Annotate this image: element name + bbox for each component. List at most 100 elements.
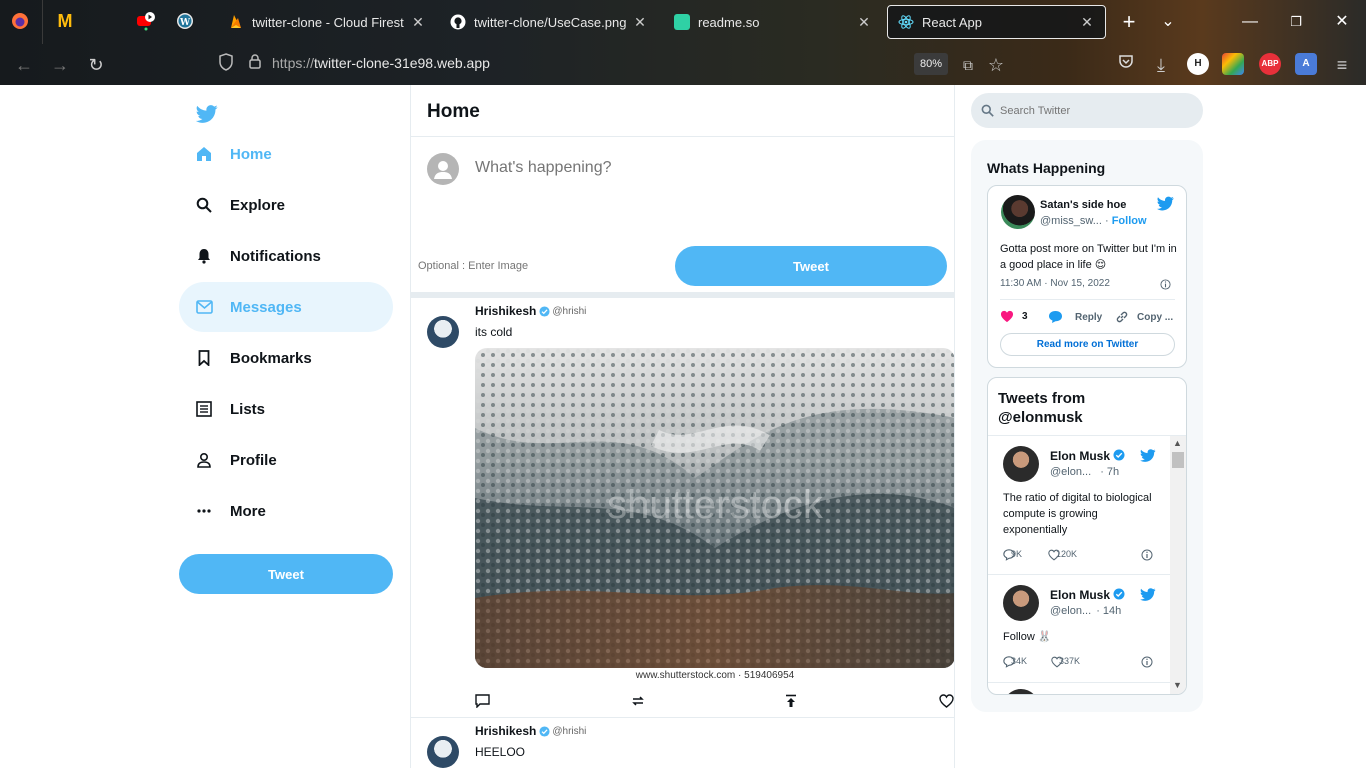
reply-bubble-icon bbox=[1049, 311, 1062, 323]
twitter-logo-icon[interactable] bbox=[195, 103, 218, 125]
zoom-level-badge[interactable]: 80% bbox=[914, 53, 948, 75]
reply-count[interactable]: 34K bbox=[1003, 656, 1027, 668]
follow-link[interactable]: Follow bbox=[1112, 215, 1147, 227]
pocket-icon[interactable] bbox=[1114, 53, 1138, 77]
twitter-bird-icon[interactable] bbox=[1157, 196, 1174, 211]
sidebar-item-profile[interactable]: Profile bbox=[179, 435, 393, 485]
image-watermark: shutterstock bbox=[607, 483, 824, 527]
sidebar-item-explore[interactable]: Explore bbox=[179, 180, 393, 230]
divider bbox=[1000, 299, 1175, 300]
left-sidebar: Home Explore Notifications Messages Book… bbox=[0, 85, 410, 768]
browser-chrome: M W twitter-clone - Cloud Firestore ✕ tw… bbox=[0, 0, 1366, 85]
list-all-tabs-chevron-icon[interactable]: ⌄ bbox=[1153, 10, 1183, 34]
link-icon bbox=[1116, 311, 1128, 323]
reader-translate-icon[interactable]: ⧉ bbox=[956, 53, 980, 77]
search-box[interactable] bbox=[971, 93, 1203, 128]
embed-reply-action[interactable]: Reply bbox=[1048, 310, 1102, 324]
lock-icon[interactable] bbox=[243, 53, 267, 77]
embedded-timeline: Tweets from @elonmusk Elon Musk @elon...… bbox=[987, 377, 1187, 695]
embed-copy-link-action[interactable]: Copy ... bbox=[1115, 310, 1173, 324]
bookmark-star-icon[interactable]: ☆ bbox=[984, 53, 1008, 77]
timeline-title: Tweets from @elonmusk bbox=[998, 390, 1086, 426]
like-count[interactable]: 337K bbox=[1051, 656, 1080, 668]
image-caption: www.shutterstock.com · 519406954 bbox=[635, 670, 795, 681]
verified-badge-icon bbox=[539, 305, 550, 317]
close-window-icon[interactable]: ✕ bbox=[1327, 10, 1357, 34]
search-input[interactable] bbox=[1000, 104, 1200, 117]
tweet-image-input[interactable] bbox=[418, 260, 618, 272]
close-tab-icon[interactable]: ✕ bbox=[1079, 14, 1095, 31]
reply-icon[interactable] bbox=[475, 694, 490, 713]
address-bar[interactable]: https://twitter-clone-31e98.web.app bbox=[272, 55, 490, 71]
tweet-text: Follow 🐰 bbox=[1003, 631, 1052, 643]
embed-handle-row: @miss_sw... · Follow bbox=[1040, 215, 1147, 227]
composer-tweet-button[interactable]: Tweet bbox=[675, 246, 947, 286]
bell-icon bbox=[195, 247, 213, 265]
reply-count[interactable]: 9K bbox=[1003, 549, 1022, 561]
heart-icon bbox=[1000, 310, 1014, 323]
like-count[interactable]: 120K bbox=[1048, 549, 1077, 561]
sidebar-item-more[interactable]: More bbox=[179, 486, 393, 536]
extension-h-icon[interactable]: H bbox=[1187, 53, 1209, 75]
sidebar-tweet-button[interactable]: Tweet bbox=[179, 554, 393, 594]
tracking-protection-shield-icon[interactable] bbox=[214, 53, 238, 77]
embed-timestamp[interactable]: 11:30 AM · Nov 15, 2022 bbox=[1000, 278, 1110, 289]
tab-firestore[interactable]: twitter-clone - Cloud Firestore ✕ bbox=[218, 5, 436, 39]
timeline-scrollbar[interactable]: ▲ ▼ bbox=[1170, 436, 1186, 694]
youtube-pinned-tab-icon[interactable] bbox=[136, 11, 156, 31]
minimize-window-icon[interactable]: — bbox=[1235, 10, 1265, 34]
retweet-icon[interactable] bbox=[631, 694, 645, 713]
post-text: its cold bbox=[475, 325, 513, 339]
feed: Home Tweet Hrishikesh @hrishi its cold bbox=[410, 85, 955, 768]
sidebar-item-bookmarks[interactable]: Bookmarks bbox=[179, 333, 393, 383]
twitter-bird-icon[interactable] bbox=[1140, 588, 1156, 601]
restore-window-icon[interactable]: ❐ bbox=[1281, 10, 1311, 34]
embed-like-action[interactable]: 3 bbox=[1000, 310, 1028, 323]
navigation-toolbar: ← → ↻ https://twitter-clone-31e98.web.ap… bbox=[0, 44, 1366, 85]
like-heart-icon[interactable] bbox=[939, 694, 954, 713]
extension-color-icon[interactable] bbox=[1222, 53, 1244, 75]
scroll-down-arrow-icon[interactable]: ▼ bbox=[1173, 680, 1182, 690]
adblock-plus-icon[interactable]: ABP bbox=[1259, 53, 1281, 75]
scroll-up-arrow-icon[interactable]: ▲ bbox=[1173, 438, 1182, 448]
reload-icon[interactable]: ↻ bbox=[84, 53, 108, 77]
twitter-bird-icon[interactable] bbox=[1140, 449, 1156, 462]
translate-extension-icon[interactable]: A bbox=[1295, 53, 1317, 75]
info-icon[interactable] bbox=[1141, 656, 1153, 668]
tweet-text-input[interactable] bbox=[475, 159, 915, 177]
downloads-icon[interactable]: ⤓ bbox=[1149, 53, 1173, 77]
close-tab-icon[interactable]: ✕ bbox=[410, 14, 426, 31]
timeline-tweet[interactable]: Elon Musk @elon... · 7h The ratio of dig… bbox=[988, 436, 1171, 574]
sidebar-item-lists[interactable]: Lists bbox=[179, 384, 393, 434]
new-tab-plus-icon[interactable]: + bbox=[1114, 10, 1144, 34]
wordpress-pinned-tab-icon[interactable]: W bbox=[175, 11, 195, 31]
timeline-tweet[interactable]: Elon Musk @elon... · 14h Follow 🐰 34K 33… bbox=[988, 575, 1171, 682]
info-icon[interactable] bbox=[1141, 549, 1153, 561]
widgets-title: Whats Happening bbox=[987, 160, 1106, 176]
info-icon[interactable] bbox=[1160, 279, 1171, 290]
post-header: Hrishikesh @hrishi bbox=[475, 724, 587, 738]
home-icon bbox=[195, 145, 213, 163]
post-image[interactable]: shutterstock bbox=[475, 348, 954, 668]
scrollbar-thumb[interactable] bbox=[1172, 452, 1184, 468]
close-tab-icon[interactable]: ✕ bbox=[632, 14, 648, 31]
tweet-author-name: Elon Musk bbox=[1050, 588, 1125, 602]
forward-arrow-icon[interactable]: → bbox=[48, 53, 72, 77]
tab-react-app[interactable]: React App ✕ bbox=[887, 5, 1106, 39]
tweet-stats: 9K 120K bbox=[1003, 549, 1158, 563]
read-more-button[interactable]: Read more on Twitter bbox=[1000, 333, 1175, 356]
sidebar-item-home[interactable]: Home bbox=[179, 129, 393, 179]
back-arrow-icon[interactable]: ← bbox=[12, 53, 36, 77]
close-tab-icon[interactable]: ✕ bbox=[856, 14, 872, 31]
embed-author-name: Satan's side hoe bbox=[1040, 199, 1127, 211]
tab-separator bbox=[42, 0, 43, 44]
share-upload-icon[interactable] bbox=[785, 694, 797, 713]
tab-readme[interactable]: readme.so ✕ bbox=[664, 5, 882, 39]
hamburger-menu-icon[interactable]: ≡ bbox=[1330, 53, 1354, 77]
embedded-tweet[interactable]: Satan's side hoe @miss_sw... · Follow Go… bbox=[987, 185, 1187, 368]
sidebar-item-messages[interactable]: Messages bbox=[179, 282, 393, 332]
tab-github[interactable]: twitter-clone/UseCase.png at m ✕ bbox=[440, 5, 658, 39]
sidebar-item-notifications[interactable]: Notifications bbox=[179, 231, 393, 281]
mcdonalds-pinned-tab-icon[interactable]: M bbox=[55, 11, 75, 31]
firefox-menu-icon[interactable] bbox=[10, 11, 30, 31]
